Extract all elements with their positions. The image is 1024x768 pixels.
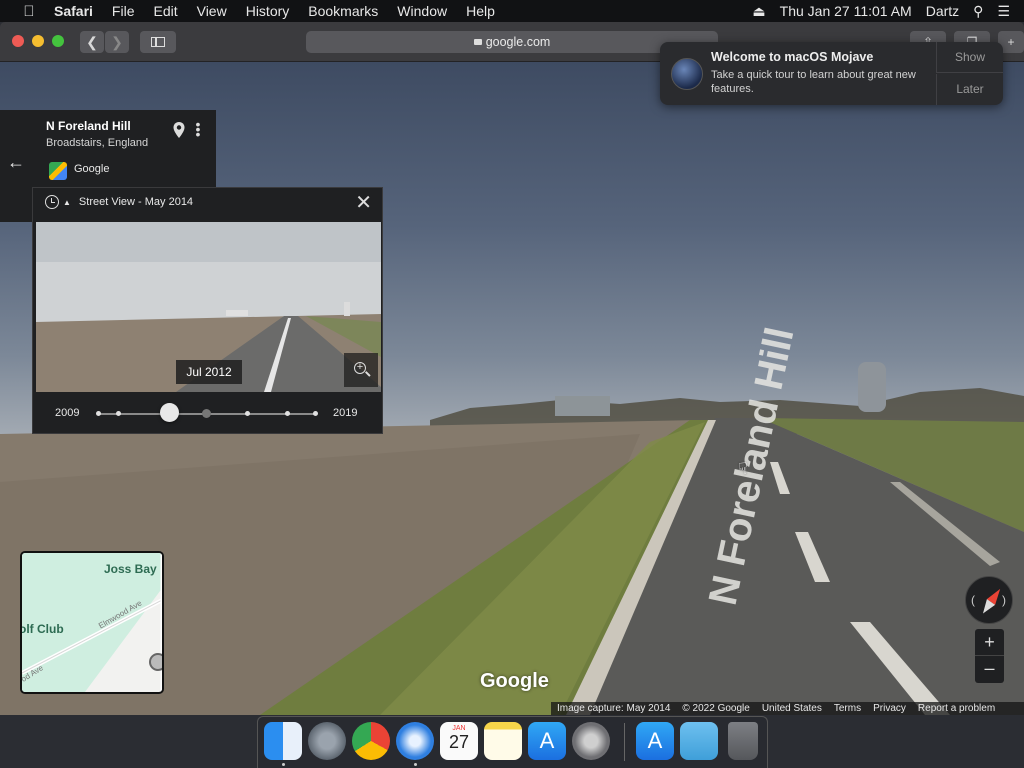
notification-show-button[interactable]: Show xyxy=(936,42,1003,73)
place-name: N Foreland Hill xyxy=(46,119,131,133)
report-problem-link[interactable]: Report a problem xyxy=(918,703,995,714)
address-bar-url: google.com xyxy=(485,35,551,49)
launchpad-icon[interactable] xyxy=(308,722,346,760)
chrome-icon[interactable] xyxy=(352,722,390,760)
rotate-left-icon[interactable]: ( xyxy=(971,593,975,607)
calendar-month: JAN xyxy=(452,725,466,732)
apple-menu-icon[interactable]:  xyxy=(18,3,40,20)
privacy-link[interactable]: Privacy xyxy=(873,703,906,714)
running-indicator xyxy=(414,763,417,766)
menu-app-safari[interactable]: Safari xyxy=(54,3,93,19)
zoom-in-preview-button[interactable]: + xyxy=(344,353,378,387)
notification-body: Take a quick tour to learn about great n… xyxy=(711,69,916,95)
notification-title: Welcome to macOS Mojave xyxy=(711,50,874,64)
timeline-title: Street View - May 2014 xyxy=(78,196,194,208)
notification-later-button[interactable]: Later xyxy=(936,74,1003,105)
rotate-right-icon[interactable]: ) xyxy=(1002,593,1006,607)
menu-history[interactable]: History xyxy=(246,3,290,19)
street-view-scene[interactable]: N Foreland Hill ← N Foreland Hill Broads… xyxy=(0,62,1024,715)
timeline-tick[interactable] xyxy=(116,411,121,416)
menu-bar:  Safari File Edit View History Bookmark… xyxy=(0,0,1024,22)
back-button[interactable]: ❮ xyxy=(80,31,104,53)
safari-window: ❮ ❯ google.com ⇧ ❐ + xyxy=(0,22,1024,715)
close-icon[interactable]: ✕ xyxy=(355,193,372,213)
menubar-user[interactable]: Dartz xyxy=(926,3,959,19)
image-capture-date: Image capture: May 2014 xyxy=(557,703,671,714)
place-location: Broadstairs, England xyxy=(46,137,149,149)
system-preferences-icon[interactable] xyxy=(572,722,610,760)
eject-icon[interactable]: ⏏ xyxy=(752,3,765,20)
timeline-tick[interactable] xyxy=(96,411,101,416)
calendar-day: 27 xyxy=(448,732,470,752)
macos-mojave-icon xyxy=(671,58,703,90)
map-pin-icon[interactable] xyxy=(172,121,186,139)
back-arrow-icon[interactable]: ← xyxy=(0,110,32,222)
timeline-current-marker[interactable] xyxy=(202,409,211,418)
compass-icon[interactable]: ( ) xyxy=(965,576,1013,624)
trash-icon[interactable] xyxy=(728,722,758,760)
lock-icon xyxy=(473,39,482,45)
timeline-tick[interactable] xyxy=(245,411,250,416)
google-watermark: Google xyxy=(480,670,549,692)
menu-view[interactable]: View xyxy=(197,3,227,19)
zoom-out-button[interactable]: – xyxy=(975,656,1004,683)
caret-up-icon[interactable]: ▲ xyxy=(63,198,71,207)
magnifier-plus-icon: + xyxy=(354,362,366,374)
map-label-joss-bay: Joss Bay xyxy=(104,562,157,576)
forward-button[interactable]: ❯ xyxy=(105,31,129,53)
magnifier-handle xyxy=(365,371,371,377)
hand-cursor-icon: ☟ xyxy=(738,461,748,478)
menu-file[interactable]: File xyxy=(112,3,135,19)
more-options-icon[interactable]: • • • xyxy=(195,117,201,141)
google-maps-logo-icon xyxy=(49,162,67,180)
copyright-text: © 2022 Google xyxy=(682,703,750,714)
zoom-in-button[interactable]: + xyxy=(975,629,1004,656)
running-indicator xyxy=(282,763,285,766)
street-view-timeline-panel: ▲ Street View - May 2014 ✕ Jul 2012 + 20… xyxy=(32,187,383,434)
terms-link[interactable]: Terms xyxy=(834,703,861,714)
window-minimize-button[interactable] xyxy=(32,35,44,47)
finder-icon[interactable] xyxy=(264,722,302,760)
pegman-icon[interactable] xyxy=(149,653,162,671)
sidebar-toggle-button[interactable] xyxy=(140,31,176,53)
window-close-button[interactable] xyxy=(12,35,24,47)
window-maximize-button[interactable] xyxy=(52,35,64,47)
safari-icon[interactable] xyxy=(396,722,434,760)
menu-bookmarks[interactable]: Bookmarks xyxy=(308,3,378,19)
timeline-tick[interactable] xyxy=(313,411,318,416)
map-label-golf-club: olf Club xyxy=(20,622,64,636)
menu-window[interactable]: Window xyxy=(397,3,447,19)
mini-map[interactable]: Joss Bay olf Club Elmwood Ave od Ave xyxy=(20,551,164,694)
timeline-slider-thumb[interactable] xyxy=(160,403,179,422)
dock: JAN 27 A A xyxy=(257,716,768,768)
menu-edit[interactable]: Edit xyxy=(153,3,177,19)
notes-icon[interactable] xyxy=(484,722,522,760)
place-card: N Foreland Hill Broadstairs, England • • •… xyxy=(32,110,216,190)
sidebar-icon xyxy=(151,37,165,47)
timeline-end-year: 2019 xyxy=(333,407,358,419)
dock-separator xyxy=(624,723,625,761)
app-store-icon[interactable]: A xyxy=(528,722,566,760)
history-clock-icon[interactable] xyxy=(45,195,59,209)
source-name: Google xyxy=(74,163,110,175)
timeline-preview-image[interactable]: Jul 2012 + xyxy=(36,222,381,392)
preview-date-badge: Jul 2012 xyxy=(176,360,242,384)
app-store-icon[interactable]: A xyxy=(636,722,674,760)
zoom-control: + – xyxy=(975,629,1004,683)
downloads-folder-icon[interactable] xyxy=(680,722,718,760)
timeline-start-year: 2009 xyxy=(55,407,80,419)
spotlight-search-icon[interactable]: ⚲ xyxy=(973,3,983,20)
menubar-clock[interactable]: Thu Jan 27 11:01 AM xyxy=(780,3,912,19)
notification-center-icon[interactable]: ☰ xyxy=(997,3,1010,20)
mojave-notification[interactable]: Welcome to macOS Mojave Take a quick tou… xyxy=(660,42,1003,105)
menu-help[interactable]: Help xyxy=(466,3,495,19)
address-bar[interactable]: google.com xyxy=(306,31,718,53)
region-link[interactable]: United States xyxy=(762,703,822,714)
calendar-icon[interactable]: JAN 27 xyxy=(440,722,478,760)
map-footer: Image capture: May 2014 © 2022 Google Un… xyxy=(551,702,1024,715)
timeline-tick[interactable] xyxy=(285,411,290,416)
